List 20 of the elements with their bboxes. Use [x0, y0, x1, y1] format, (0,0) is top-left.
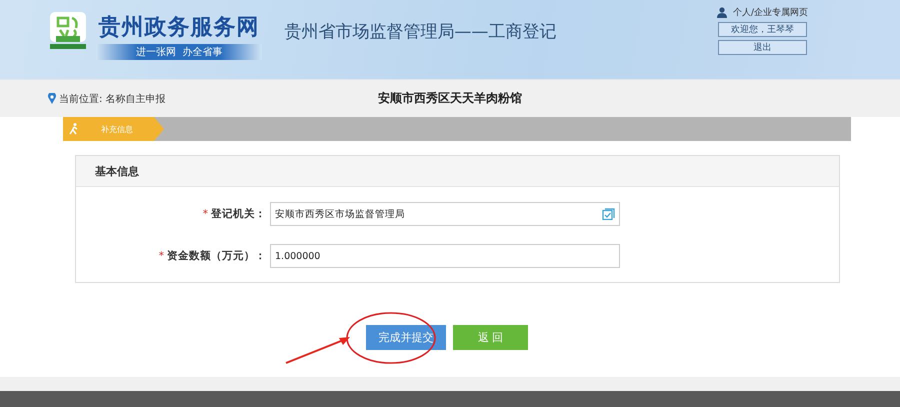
location-pin-icon — [48, 93, 56, 104]
required-mark: * — [202, 208, 208, 220]
field-label: 资金数额（万元）： — [167, 250, 266, 262]
welcome-button[interactable]: 欢迎您，王琴琴 — [718, 22, 807, 37]
required-mark: * — [158, 250, 164, 262]
field-label: 登记机关： — [211, 208, 266, 220]
logout-button[interactable]: 退出 — [718, 40, 807, 55]
person-icon — [716, 7, 727, 18]
breadcrumb-location: 当前位置: 名称自主申报 — [59, 92, 166, 106]
walking-figure-icon — [69, 123, 79, 135]
logo-icon — [50, 12, 86, 50]
picker-icon — [602, 208, 615, 220]
slogan: 进一张网 办全省事 — [96, 44, 262, 60]
section-title: 基本信息 — [95, 164, 139, 178]
personal-page-link[interactable]: 个人/企业专属网页 — [732, 6, 808, 19]
input-field[interactable]: 1.000000 — [270, 244, 620, 268]
company-name: 安顺市西秀区天天羊肉粉馆 — [377, 90, 523, 107]
system-title: 贵州省市场监督管理局——工商登记 — [284, 21, 556, 43]
input-field[interactable]: 安顺市西秀区市场监督管理局 — [270, 202, 620, 226]
site-name: 贵州政务服务网 — [98, 13, 260, 42]
